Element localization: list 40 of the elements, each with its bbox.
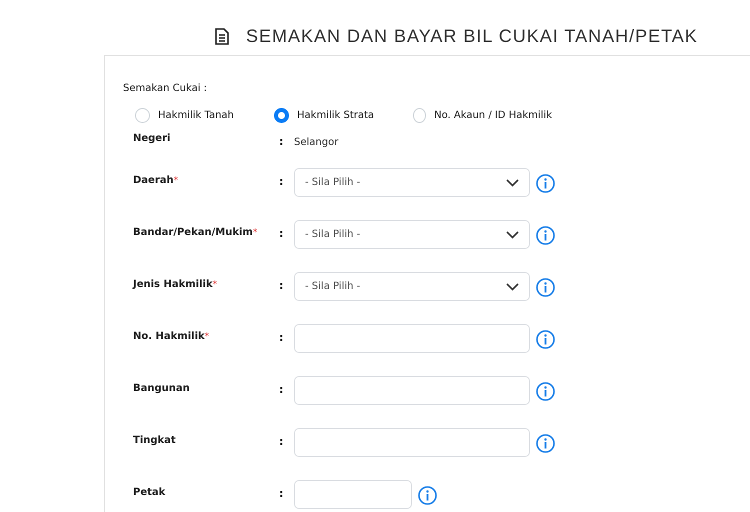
- chevron-icon: [506, 178, 519, 186]
- colon: :: [279, 279, 284, 292]
- colon: :: [279, 175, 284, 188]
- colon: :: [279, 135, 284, 148]
- info-icon[interactable]: [536, 174, 555, 193]
- field-label: Daerah*: [133, 175, 180, 186]
- colon: :: [279, 435, 284, 448]
- document-icon: [215, 28, 229, 44]
- radio-option[interactable]: Hakmilik Strata: [274, 108, 413, 123]
- radio-option[interactable]: Hakmilik Tanah: [135, 108, 274, 123]
- select-field[interactable]: - Sila Pilih -: [294, 272, 530, 301]
- info-icon[interactable]: [536, 330, 555, 349]
- input-field[interactable]: [294, 480, 412, 509]
- field-label: No. Hakmilik*: [133, 331, 210, 342]
- info-icon[interactable]: [536, 434, 555, 453]
- field-label: Tingkat: [133, 435, 177, 446]
- colon: :: [279, 331, 284, 344]
- field-label: Jenis Hakmilik*: [133, 279, 218, 290]
- info-icon[interactable]: [536, 226, 555, 245]
- colon: :: [279, 383, 284, 396]
- radio-option[interactable]: No. Akaun / ID Hakmilik: [413, 108, 552, 123]
- info-icon[interactable]: [536, 382, 555, 401]
- page-title: SEMAKAN DAN BAYAR BIL CUKAI TANAH/PETAK: [246, 26, 698, 46]
- info-icon[interactable]: [536, 278, 555, 297]
- section-label: Semakan Cukai :: [123, 83, 208, 94]
- input-field[interactable]: [294, 428, 530, 457]
- field-value: Selangor: [294, 137, 338, 148]
- colon: :: [279, 487, 284, 500]
- colon: :: [279, 227, 284, 240]
- input-field[interactable]: [294, 376, 530, 405]
- chevron-icon: [506, 282, 519, 290]
- select-field[interactable]: - Sila Pilih -: [294, 168, 530, 197]
- field-label: Bangunan: [133, 383, 191, 394]
- select-field[interactable]: - Sila Pilih -: [294, 220, 530, 249]
- info-icon[interactable]: [418, 486, 437, 505]
- field-label: Petak: [133, 487, 166, 498]
- input-field[interactable]: [294, 324, 530, 353]
- chevron-icon: [506, 230, 519, 238]
- field-label: Bandar/Pekan/Mukim*: [133, 227, 258, 238]
- field-label: Negeri: [133, 133, 172, 144]
